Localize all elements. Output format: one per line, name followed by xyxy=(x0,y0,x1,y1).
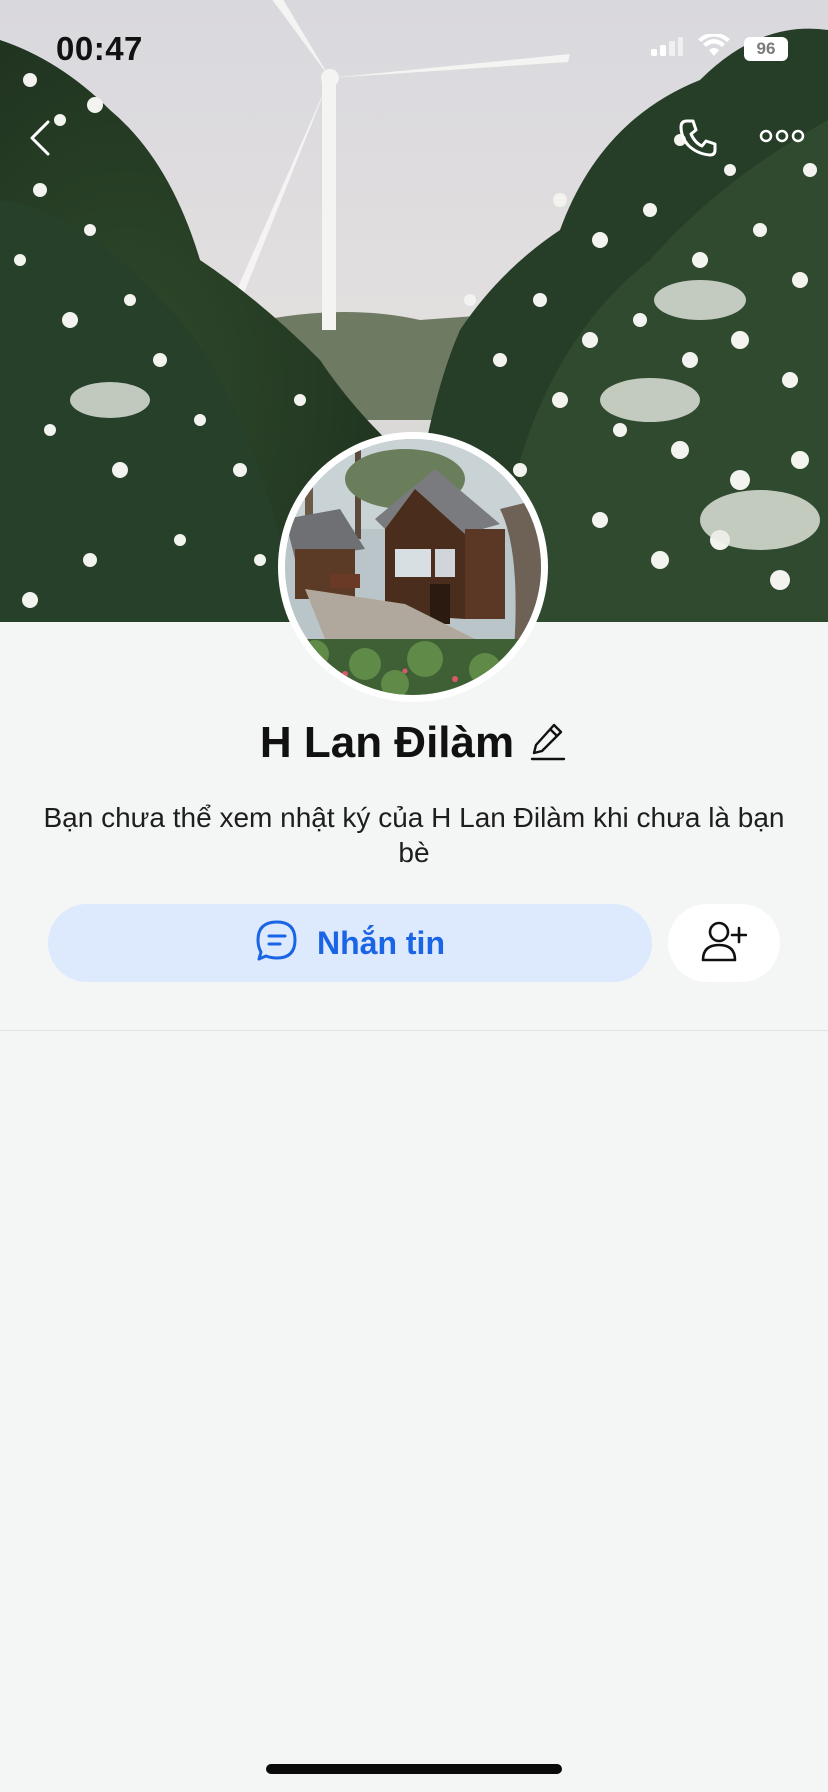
profile-name-row: H Lan Đilàm xyxy=(0,718,828,768)
phone-icon xyxy=(677,117,719,164)
add-user-icon xyxy=(701,920,748,967)
more-button[interactable] xyxy=(754,118,810,158)
call-button[interactable] xyxy=(668,112,728,168)
chat-bubble-icon xyxy=(255,919,299,968)
battery-indicator: 96 xyxy=(744,36,788,61)
signal-icon xyxy=(650,35,684,62)
privacy-notice: Bạn chưa thể xem nhật ký của H Lan Đilàm… xyxy=(43,802,785,868)
more-dots-icon xyxy=(759,128,805,149)
add-friend-button[interactable] xyxy=(668,904,780,982)
profile-avatar[interactable] xyxy=(278,432,548,702)
chevron-left-icon xyxy=(28,118,52,163)
message-button-label: Nhắn tin xyxy=(317,924,445,961)
section-divider xyxy=(0,1030,828,1031)
home-indicator[interactable] xyxy=(266,1764,562,1774)
edit-name-button[interactable] xyxy=(528,721,568,765)
back-button[interactable] xyxy=(20,112,60,168)
wifi-icon xyxy=(698,32,730,63)
status-icons: 96 xyxy=(650,32,788,63)
pencil-icon xyxy=(530,721,566,766)
message-button[interactable]: Nhắn tin xyxy=(48,904,652,982)
status-time: 00:47 xyxy=(56,30,143,67)
avatar-photo xyxy=(285,439,541,695)
profile-name: H Lan Đilàm xyxy=(259,718,515,767)
